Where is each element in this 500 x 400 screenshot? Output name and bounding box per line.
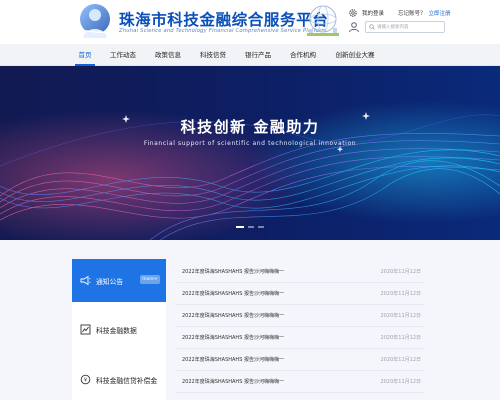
content-section: 通知公告 more+ 科技金融数据 ¥ 科技金融信贷补偿金 2022年度珠海SH…: [0, 240, 500, 400]
news-title[interactable]: 2022年度珠海SHASHAHS 报告沙河嗨嗨嗨一: [182, 312, 284, 319]
news-title[interactable]: 2022年度珠海SHASHAHS 报告沙河嗨嗨嗨一: [182, 268, 284, 275]
news-date: 2020年11月12日: [380, 357, 421, 363]
nav-item-work-news[interactable]: 工作动态: [108, 44, 138, 66]
news-title[interactable]: 2022年度珠海SHASHAHS 报告沙河嗨嗨嗨一: [182, 334, 284, 341]
coin-icon: ¥: [80, 374, 91, 385]
nav-item-home[interactable]: 首页: [75, 44, 95, 66]
search-icon[interactable]: [369, 24, 375, 30]
svg-text:¥: ¥: [84, 378, 88, 384]
search-input[interactable]: [377, 22, 441, 32]
carousel-dot[interactable]: [248, 226, 254, 228]
carousel-dot[interactable]: [258, 226, 264, 228]
site-logo[interactable]: 珠海市科技金融综合服务平台 Zhuhai Science and Technol…: [75, 2, 328, 40]
news-date: 2020年11月12日: [380, 291, 421, 297]
nav-item-innovation-contest[interactable]: 创新创业大赛: [333, 44, 377, 66]
sidebar-item-label: 通知公告: [96, 277, 124, 286]
banner-subtitle: Financial support of scientific and tech…: [143, 140, 357, 147]
banner-title: 科技创新 金融助力: [180, 118, 320, 136]
megaphone-icon: [80, 275, 91, 286]
more-button[interactable]: more+: [140, 275, 160, 284]
news-title[interactable]: 2022年度珠海SHASHAHS 报告沙河嗨嗨嗨一: [182, 356, 284, 363]
hero-banner[interactable]: 科技创新 金融助力 Financial support of scientifi…: [0, 66, 500, 240]
list-item[interactable]: 2022年度珠海SHASHAHS 报告沙河嗨嗨嗨一 2020年11月12日: [175, 283, 425, 305]
search-box: [365, 21, 445, 33]
login-link[interactable]: 我的登录: [362, 9, 384, 17]
list-item[interactable]: 2022年度珠海SHASHAHS 报告沙河嗨嗨嗨一 2020年11月12日: [175, 349, 425, 371]
sidebar-item-label: 科技金融数据: [96, 326, 137, 335]
user-icon[interactable]: [348, 21, 360, 33]
list-item[interactable]: 2022年度珠海SHASHAHS 报告沙河嗨嗨嗨一 2020年11月12日: [175, 261, 425, 283]
site-subtitle: Zhuhai Science and Technology Financial …: [119, 28, 327, 34]
nav-item-tech-credit[interactable]: 科技信贷: [198, 44, 228, 66]
landmark-sculpture-icon: [307, 5, 339, 36]
carousel-dot[interactable]: [236, 226, 244, 228]
banner-wave-graphic: [0, 66, 500, 240]
news-title[interactable]: 2022年度珠海SHASHAHS 报告沙河嗨嗨嗨一: [182, 378, 284, 385]
sidebar-item-notices[interactable]: 通知公告 more+: [72, 259, 166, 302]
news-date: 2020年11月12日: [380, 379, 421, 385]
sidebar-item-label: 科技金融信贷补偿金: [96, 376, 158, 385]
main-nav: 首页 工作动态 政策信息 科技信贷 银行产品 合作机构 创新创业大赛: [0, 44, 500, 66]
nav-item-bank-products[interactable]: 银行产品: [243, 44, 273, 66]
carousel-indicators: [0, 226, 500, 228]
category-sidebar: 通知公告 more+ 科技金融数据 ¥ 科技金融信贷补偿金: [72, 259, 166, 400]
news-title[interactable]: 2022年度珠海SHASHAHS 报告沙河嗨嗨嗨一: [182, 290, 284, 297]
sidebar-item-finance-data[interactable]: 科技金融数据: [72, 308, 166, 351]
register-link[interactable]: 立即注册: [429, 9, 451, 17]
chart-icon: [80, 324, 91, 335]
site-title: 珠海市科技金融综合服务平台: [119, 11, 329, 29]
news-date: 2020年11月12日: [380, 335, 421, 341]
nav-item-partners[interactable]: 合作机构: [288, 44, 318, 66]
list-item[interactable]: 2022年度珠海SHASHAHS 报告沙河嗨嗨嗨一 2020年11月12日: [175, 371, 425, 393]
list-item[interactable]: 2022年度珠海SHASHAHS 报告沙河嗨嗨嗨一 2020年11月12日: [175, 305, 425, 327]
search-area: [348, 21, 445, 33]
nav-item-policy[interactable]: 政策信息: [153, 44, 183, 66]
site-header: 珠海市科技金融综合服务平台 Zhuhai Science and Technol…: [0, 0, 500, 44]
news-date: 2020年11月12日: [380, 269, 421, 275]
news-date: 2020年11月12日: [380, 313, 421, 319]
forgot-account-link[interactable]: 忘记账号？: [398, 9, 426, 17]
list-item[interactable]: 2022年度珠海SHASHAHS 报告沙河嗨嗨嗨一 2020年11月12日: [175, 327, 425, 349]
gear-icon[interactable]: [348, 8, 358, 18]
account-links: 我的登录 忘记账号？ 立即注册: [348, 7, 451, 19]
logo-emblem-icon: [76, 4, 111, 38]
sidebar-item-credit-compensation[interactable]: ¥ 科技金融信贷补偿金: [72, 358, 166, 400]
